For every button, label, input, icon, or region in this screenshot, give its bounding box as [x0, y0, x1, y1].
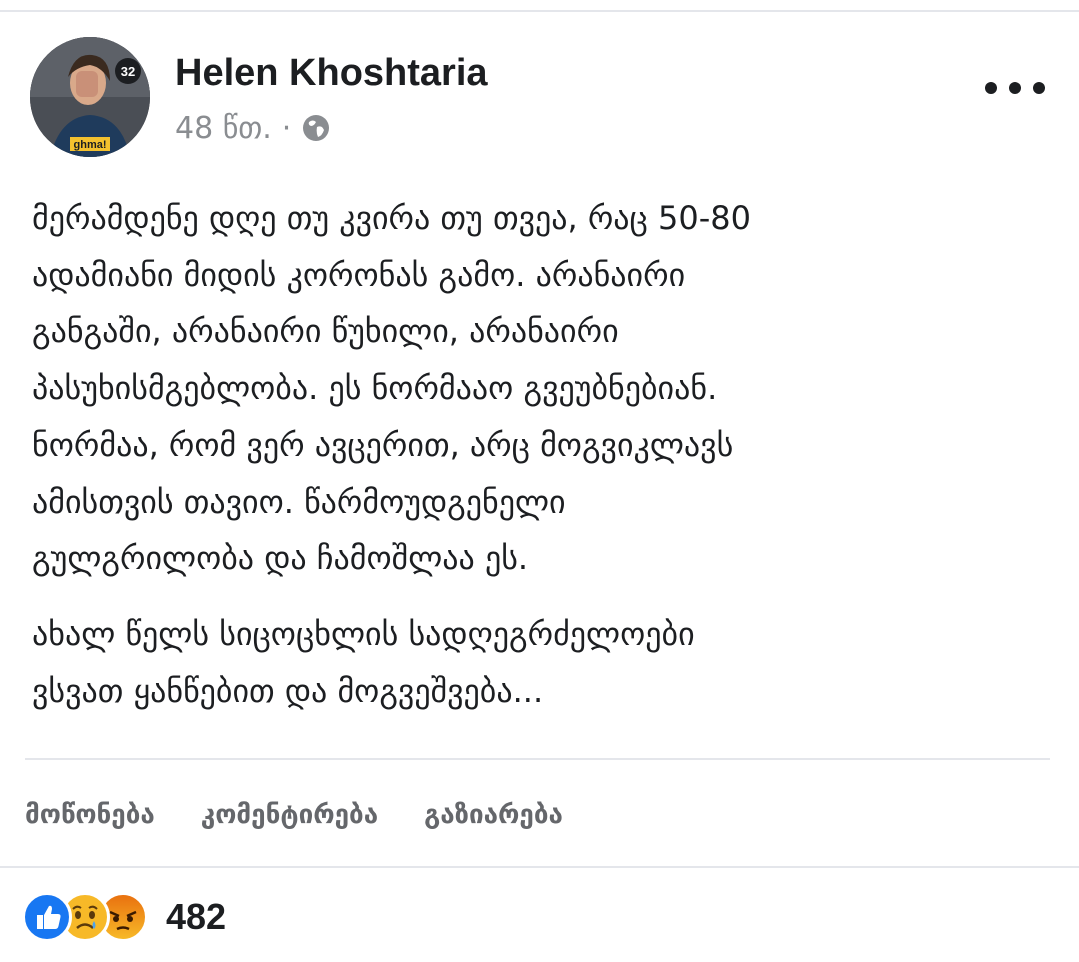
post-actions: მოწონება კომენტირება გაზიარება: [25, 790, 563, 840]
author-name[interactable]: Helen Khoshtaria: [175, 52, 488, 95]
more-dot: [1009, 82, 1021, 94]
comment-button[interactable]: კომენტირება: [201, 800, 378, 830]
avatar[interactable]: ghma! 32: [30, 37, 150, 157]
globe-icon: [301, 113, 331, 143]
avatar-image: ghma! 32: [30, 37, 150, 157]
like-button[interactable]: მოწონება: [25, 800, 155, 830]
actions-top-divider: [25, 758, 1050, 760]
more-dot: [985, 82, 997, 94]
post-meta: 48 წთ. ·: [175, 108, 331, 148]
reactions-summary[interactable]: 482: [22, 890, 226, 944]
more-options-icon[interactable]: [985, 70, 1045, 106]
post-time[interactable]: 48 წთ.: [175, 111, 272, 146]
actions-bottom-divider: [0, 866, 1079, 868]
avatar-badge-number: 32: [121, 64, 135, 79]
more-dot: [1033, 82, 1045, 94]
post-body: მერამდენე დღე თუ კვირა თუ თვეა, რაც 50-8…: [32, 190, 1042, 719]
like-icon: [22, 892, 72, 942]
post-paragraph: ახალ წელს სიცოცხლის სადღეგრძელოები ვსვათ…: [32, 614, 695, 710]
top-divider: [0, 10, 1079, 12]
meta-separator: ·: [281, 110, 292, 146]
post-paragraph: მერამდენე დღე თუ კვირა თუ თვეა, რაც 50-8…: [32, 199, 751, 578]
reaction-count[interactable]: 482: [166, 896, 226, 938]
avatar-badge-text: ghma!: [74, 139, 107, 151]
share-button[interactable]: გაზიარება: [424, 800, 563, 830]
